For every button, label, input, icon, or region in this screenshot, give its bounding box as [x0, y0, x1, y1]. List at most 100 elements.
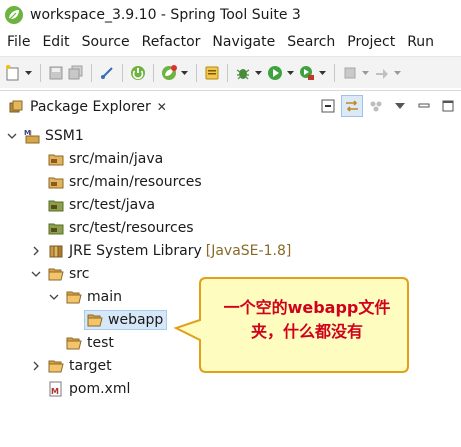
tree-label: src/main/resources	[69, 174, 202, 190]
save-all-icon[interactable]	[67, 64, 85, 82]
tree-label: webapp	[108, 312, 164, 328]
tree-label: src/test/java	[69, 197, 156, 213]
toolbar-separator	[153, 63, 154, 82]
tree-node-project[interactable]: MJ SSM1	[6, 125, 84, 147]
selection-highlight[interactable]: webapp	[84, 310, 168, 330]
tree-label: target	[69, 358, 112, 374]
open-folder-icon	[48, 358, 64, 374]
chevron-down-icon[interactable]	[254, 64, 262, 82]
spring-boot-icon[interactable]	[129, 64, 147, 82]
menu-navigate[interactable]: Navigate	[206, 30, 281, 54]
maximize-icon[interactable]	[437, 95, 459, 117]
tab-title: Package Explorer	[30, 99, 151, 115]
tree-node-file[interactable]: M pom.xml	[48, 378, 130, 400]
tree-label: src/main/java	[69, 151, 164, 167]
tab-package-explorer[interactable]: Package Explorer ✕	[2, 93, 173, 121]
tree-node-folder[interactable]: main	[48, 286, 122, 308]
svg-text:M: M	[51, 387, 59, 396]
package-explorer-view: Package Explorer ✕ M J SSM1 src/main/jav…	[0, 90, 461, 447]
tree-decoration: [JavaSE-1.8]	[205, 243, 292, 259]
new-icon[interactable]	[4, 64, 22, 82]
chevron-down-icon[interactable]	[318, 64, 326, 82]
view-tab-bar: Package Explorer ✕	[0, 91, 461, 121]
menu-project[interactable]: Project	[341, 30, 401, 54]
toolbar-separator	[334, 63, 335, 82]
menu-refactor[interactable]: Refactor	[136, 30, 207, 54]
test-source-folder-icon	[48, 197, 64, 213]
tree-node-source-folder[interactable]: src/main/resources	[48, 171, 202, 193]
menu-bar: File Edit Source Refactor Navigate Searc…	[0, 30, 461, 54]
chevron-down-icon[interactable]	[48, 291, 60, 303]
tree-label: pom.xml	[69, 381, 131, 397]
open-folder-icon	[48, 266, 64, 282]
tree-node-folder[interactable]: src	[30, 263, 89, 285]
library-icon	[48, 243, 64, 259]
run-icon[interactable]	[266, 64, 284, 82]
chevron-down-icon[interactable]	[180, 64, 188, 82]
open-folder-icon	[87, 312, 103, 328]
minimize-icon[interactable]	[413, 95, 435, 117]
external-tools-icon[interactable]	[298, 64, 316, 82]
build-icon[interactable]	[373, 64, 391, 82]
link-with-editor-icon[interactable]	[341, 95, 363, 117]
maven-project-icon: MJ	[24, 128, 40, 144]
package-explorer-icon	[8, 99, 24, 115]
save-icon[interactable]	[47, 64, 65, 82]
chevron-down-icon[interactable]	[361, 64, 369, 82]
toolbar-separator	[122, 63, 123, 82]
chevron-down-icon[interactable]	[393, 64, 401, 82]
chevron-down-icon[interactable]	[6, 130, 18, 142]
tree-label: JRE System Library	[69, 243, 202, 259]
tree-node-source-folder[interactable]: src/main/java	[48, 148, 163, 170]
annotation-callout: 一个空的webapp文件夹，什么都没有	[173, 276, 410, 374]
tree-node-source-folder[interactable]: src/test/resources	[48, 217, 194, 239]
stop-icon[interactable]	[341, 64, 359, 82]
menu-search[interactable]: Search	[281, 30, 341, 54]
toolbar-separator	[196, 63, 197, 82]
main-toolbar	[0, 56, 461, 88]
tree-label: src	[69, 266, 90, 282]
source-folder-icon	[48, 151, 64, 167]
maven-file-icon: M	[48, 381, 64, 397]
tree-label: main	[87, 289, 122, 305]
chevron-down-icon[interactable]	[286, 64, 294, 82]
view-menu-icon[interactable]	[389, 95, 411, 117]
view-toolbar	[317, 95, 461, 117]
toolbar-separator	[227, 63, 228, 82]
toolbar-separator	[91, 63, 92, 82]
tree-node-source-folder[interactable]: src/test/java	[48, 194, 155, 216]
focus-task-icon[interactable]	[365, 95, 387, 117]
menu-run[interactable]: Run	[401, 30, 440, 54]
close-icon[interactable]: ✕	[157, 100, 167, 114]
chevron-down-icon[interactable]	[30, 268, 42, 280]
window-title: workspace_3.9.10 - Spring Tool Suite 3	[30, 7, 301, 23]
menu-edit[interactable]: Edit	[36, 30, 75, 54]
callout-text-bold: webapp	[287, 298, 359, 317]
spring-project-icon[interactable]	[160, 64, 178, 82]
tree-label: test	[87, 335, 114, 351]
open-folder-icon	[66, 335, 82, 351]
callout-text-part: 一个空的	[223, 298, 288, 317]
tree-node-library[interactable]: JRE System Library [JavaSE-1.8]	[30, 240, 291, 262]
toolbar-separator	[40, 63, 41, 82]
open-task-icon[interactable]	[203, 64, 221, 82]
callout-text: 一个空的webapp文件夹，什么都没有	[210, 296, 404, 344]
collapse-all-icon[interactable]	[317, 95, 339, 117]
spring-leaf-icon	[4, 5, 24, 25]
test-source-folder-icon	[48, 220, 64, 236]
toggle-breakpoint-icon[interactable]	[98, 64, 116, 82]
tree-node-folder[interactable]: test	[66, 332, 114, 354]
chevron-right-icon[interactable]	[30, 245, 42, 257]
chevron-right-icon[interactable]	[30, 360, 42, 372]
menu-source[interactable]: Source	[76, 30, 136, 54]
menu-file[interactable]: File	[0, 30, 36, 54]
tree-label: SSM1	[45, 128, 84, 144]
tree-node-folder-selected[interactable]: webapp	[84, 309, 168, 331]
tree-label: src/test/resources	[69, 220, 194, 236]
tree-node-folder[interactable]: target	[30, 355, 112, 377]
chevron-down-icon[interactable]	[24, 64, 32, 82]
open-folder-icon	[66, 289, 82, 305]
debug-icon[interactable]	[234, 64, 252, 82]
source-folder-icon	[48, 174, 64, 190]
title-bar: workspace_3.9.10 - Spring Tool Suite 3	[0, 0, 461, 30]
